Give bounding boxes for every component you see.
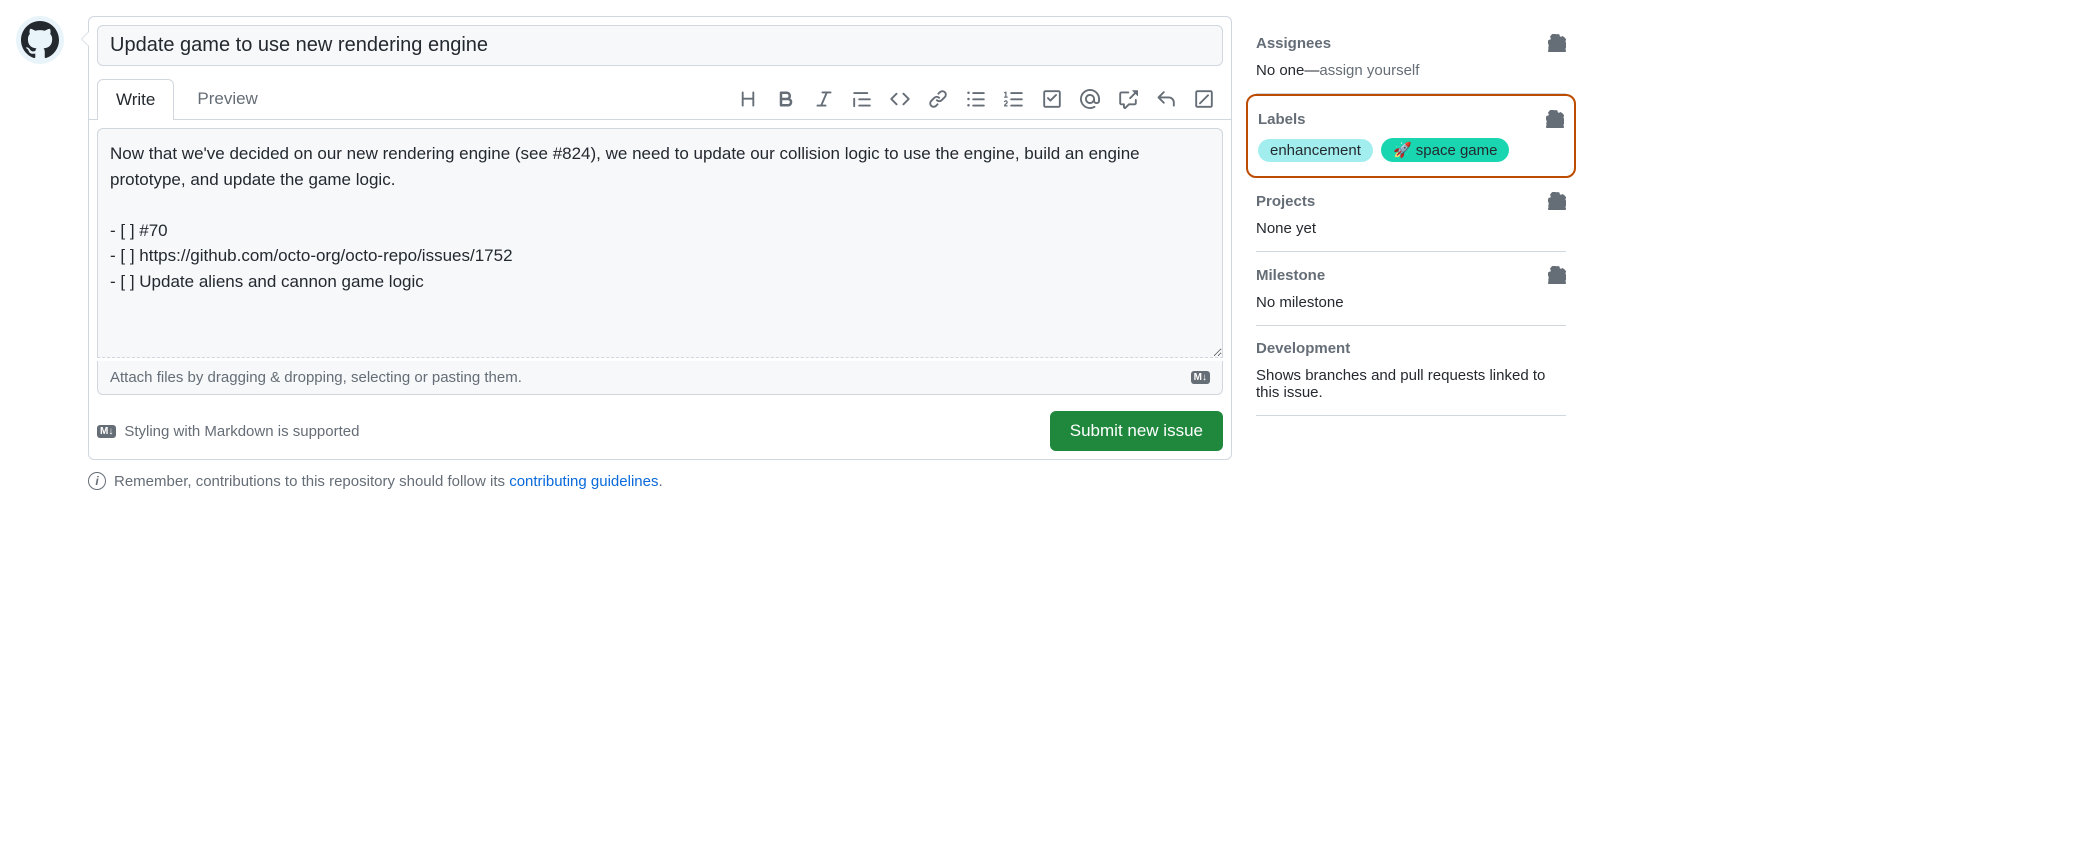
code-icon[interactable] [889,88,911,110]
cross-reference-icon[interactable] [1117,88,1139,110]
markdown-toolbar [737,88,1223,110]
projects-title: Projects [1256,193,1315,210]
issue-body-textarea[interactable]: Now that we've decided on our new render… [97,128,1223,358]
gear-icon[interactable] [1548,266,1566,284]
milestone-section: Milestone No milestone [1256,252,1566,326]
heading-icon[interactable] [737,88,759,110]
diff-icon[interactable] [1193,88,1215,110]
link-icon[interactable] [927,88,949,110]
labels-section: Labels enhancement 🚀space game [1246,94,1576,178]
gear-icon[interactable] [1548,34,1566,52]
reply-icon[interactable] [1155,88,1177,110]
quote-icon[interactable] [851,88,873,110]
guidelines-prefix: Remember, contributions to this reposito… [114,473,509,490]
milestone-title: Milestone [1256,267,1325,284]
gear-icon[interactable] [1546,110,1564,128]
unordered-list-icon[interactable] [965,88,987,110]
attach-files-bar[interactable]: Attach files by dragging & dropping, sel… [97,361,1223,395]
markdown-support-link[interactable]: M↓ Styling with Markdown is supported [97,423,359,440]
italic-icon[interactable] [813,88,835,110]
labels-title: Labels [1258,111,1306,128]
assignees-none-text: No one— [1256,62,1319,79]
markdown-badge-icon: M↓ [1191,371,1210,384]
label-enhancement[interactable]: enhancement [1258,139,1373,162]
attach-hint-text: Attach files by dragging & dropping, sel… [110,369,522,386]
development-text: Shows branches and pull requests linked … [1256,367,1566,401]
contributing-guidelines-link[interactable]: contributing guidelines [509,473,658,490]
milestone-value: No milestone [1256,294,1566,311]
info-icon: i [88,472,106,490]
rocket-icon: 🚀 [1393,141,1412,159]
tab-preview[interactable]: Preview [178,78,276,119]
development-section: Development Shows branches and pull requ… [1256,326,1566,416]
markdown-support-text: Styling with Markdown is supported [124,423,359,440]
ordered-list-icon[interactable] [1003,88,1025,110]
assignees-section: Assignees No one—assign yourself [1256,20,1566,94]
submit-new-issue-button[interactable]: Submit new issue [1050,411,1223,451]
guidelines-suffix: . [658,473,662,490]
development-title: Development [1256,340,1350,357]
avatar[interactable] [16,16,64,64]
task-list-icon[interactable] [1041,88,1063,110]
markdown-badge-icon: M↓ [97,425,116,438]
issue-title-input[interactable] [97,25,1223,66]
assign-yourself-link[interactable]: assign yourself [1319,62,1419,79]
assignees-title: Assignees [1256,35,1331,52]
tab-write[interactable]: Write [97,79,174,120]
mention-icon[interactable] [1079,88,1101,110]
bold-icon[interactable] [775,88,797,110]
label-space-game[interactable]: 🚀space game [1381,138,1509,162]
projects-section: Projects None yet [1256,178,1566,252]
gear-icon[interactable] [1548,192,1566,210]
contributing-guidelines-note: i Remember, contributions to this reposi… [88,472,1232,490]
new-issue-form: Write Preview [88,16,1232,460]
projects-value: None yet [1256,220,1566,237]
